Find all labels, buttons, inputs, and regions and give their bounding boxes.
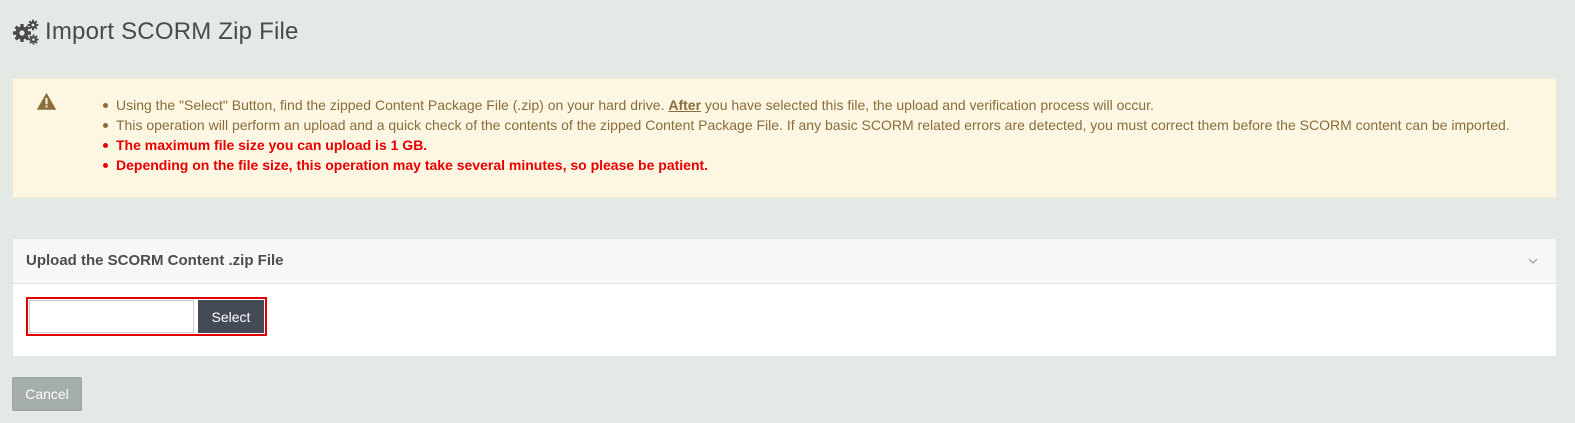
page-title: Import SCORM Zip File [45,18,299,45]
panel-title: Upload the SCORM Content .zip File [26,252,284,269]
file-uploader: Select [26,297,267,336]
chevron-down-icon[interactable] [1526,254,1540,268]
panel-header: Upload the SCORM Content .zip File [13,239,1556,284]
alert-item-important: Depending on the file size, this operati… [103,155,1510,175]
alert-item-important: The maximum file size you can upload is … [103,135,1510,155]
alert-item: This operation will perform an upload an… [103,115,1510,135]
alert-item-text: Using the "Select" Button, find the zipp… [116,97,669,113]
alert-item: Using the "Select" Button, find the zipp… [103,95,1510,115]
gears-icon [13,19,39,45]
select-file-button[interactable]: Select [198,300,264,333]
page-header: Import SCORM Zip File [12,16,299,48]
alert-item-text: you have selected this file, the upload … [701,97,1154,113]
import-scorm-page: Import SCORM Zip File Using the "Select"… [0,0,1575,423]
alert-emphasis: After [668,97,702,113]
warning-alert: Using the "Select" Button, find the zipp… [12,78,1557,198]
warning-triangle-icon [37,93,56,110]
cancel-button[interactable]: Cancel [12,377,82,411]
alert-instructions: Using the "Select" Button, find the zipp… [103,95,1510,175]
file-path-input[interactable] [29,300,194,333]
upload-panel: Upload the SCORM Content .zip File Selec… [12,238,1557,357]
